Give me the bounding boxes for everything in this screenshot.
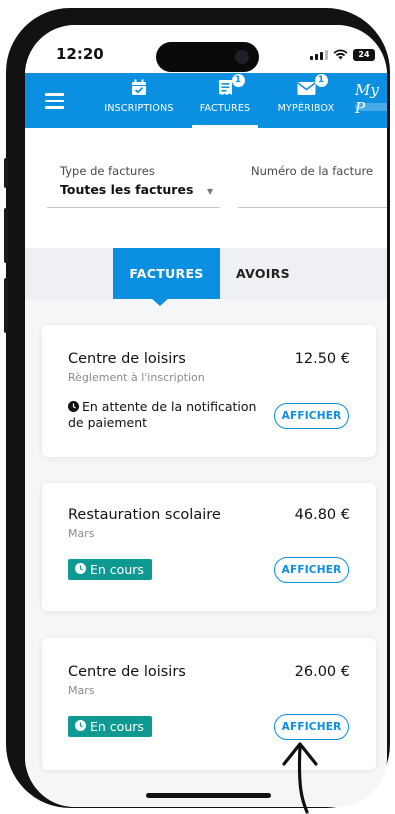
brand-subtitle-blur bbox=[355, 103, 387, 111]
pending-status-text: En attente de la notification de paiemen… bbox=[68, 399, 257, 430]
clock-icon bbox=[75, 716, 86, 737]
invoice-card: Restauration scolaire 46.80 € Mars En co… bbox=[42, 483, 376, 611]
nav-inscriptions[interactable]: INSCRIPTIONS bbox=[100, 79, 178, 114]
nav-label-inscriptions: INSCRIPTIONS bbox=[104, 103, 174, 114]
mail-icon: 1 bbox=[297, 74, 328, 97]
calendar-check-icon bbox=[131, 79, 147, 97]
status-badge-text: En cours bbox=[90, 562, 144, 577]
invoice-title: Restauration scolaire bbox=[68, 507, 221, 523]
menu-icon[interactable] bbox=[45, 93, 64, 109]
brand-logo[interactable]: My P bbox=[355, 81, 387, 117]
invoice-amount: 46.80 € bbox=[294, 507, 350, 523]
status-icons: 24 bbox=[310, 45, 375, 64]
status-badge: En cours bbox=[68, 559, 152, 580]
nav-factures[interactable]: 1 FACTURES bbox=[190, 74, 260, 114]
battery-icon: 24 bbox=[353, 48, 375, 61]
nav-badge-myperibox: 1 bbox=[314, 74, 328, 87]
type-filter-select[interactable]: Toutes les factures bbox=[60, 182, 193, 197]
nav-label-factures: FACTURES bbox=[199, 103, 251, 114]
volume-down-button bbox=[4, 278, 8, 333]
clock-icon bbox=[68, 400, 79, 415]
invoice-tabs: FACTURES AVOIRS bbox=[25, 248, 387, 299]
top-navigation: INSCRIPTIONS 1 FACTURES 1 MYPÉRIBOX My P bbox=[25, 73, 387, 128]
invoice-card: Centre de loisirs 12.50 € Règlement à l'… bbox=[42, 325, 376, 457]
view-invoice-button[interactable]: AFFICHER bbox=[274, 403, 349, 429]
invoice-filters: Type de factures Toutes les factures ▼ N… bbox=[25, 128, 387, 248]
chevron-down-icon[interactable]: ▼ bbox=[207, 187, 213, 196]
type-filter-underline bbox=[47, 207, 220, 208]
signal-icon bbox=[310, 49, 328, 60]
side-button bbox=[4, 158, 8, 188]
status-badge-text: En cours bbox=[90, 719, 144, 734]
number-filter-label: Numéro de la facture bbox=[251, 164, 374, 178]
status-time: 12:20 bbox=[56, 45, 104, 63]
invoice-title: Centre de loisirs bbox=[68, 351, 186, 367]
number-filter-underline bbox=[238, 207, 387, 208]
nav-badge-factures: 1 bbox=[231, 74, 245, 87]
invoice-list: Centre de loisirs 12.50 € Règlement à l'… bbox=[25, 299, 387, 807]
home-indicator[interactable] bbox=[146, 793, 271, 798]
arrow-up-icon bbox=[282, 742, 318, 814]
type-filter-label: Type de factures bbox=[60, 164, 155, 178]
invoice-subtitle: Règlement à l'inscription bbox=[68, 371, 205, 384]
view-invoice-button[interactable]: AFFICHER bbox=[274, 557, 349, 583]
invoice-icon: 1 bbox=[218, 74, 245, 97]
invoice-amount: 26.00 € bbox=[294, 664, 350, 680]
invoice-amount: 12.50 € bbox=[294, 351, 350, 367]
dynamic-island bbox=[156, 42, 259, 72]
invoice-subtitle: Mars bbox=[68, 684, 95, 697]
volume-up-button bbox=[4, 208, 8, 263]
tab-factures[interactable]: FACTURES bbox=[113, 248, 220, 299]
pending-status: En attente de la notification de paiemen… bbox=[68, 399, 268, 430]
screen: 12:20 24 INSCRIPTIONS 1 FACTURES 1 MYPÉR… bbox=[25, 25, 387, 807]
invoice-subtitle: Mars bbox=[68, 527, 95, 540]
camera-icon bbox=[235, 50, 249, 64]
clock-icon bbox=[75, 559, 86, 580]
nav-myperibox[interactable]: 1 MYPÉRIBOX bbox=[270, 74, 342, 114]
active-tab-pointer bbox=[151, 298, 169, 306]
tab-avoirs[interactable]: AVOIRS bbox=[236, 248, 290, 299]
phone-frame: 12:20 24 INSCRIPTIONS 1 FACTURES 1 MYPÉR… bbox=[4, 8, 390, 808]
wifi-icon bbox=[333, 45, 348, 64]
status-bar: 12:20 24 bbox=[25, 25, 387, 73]
status-badge: En cours bbox=[68, 716, 152, 737]
invoice-title: Centre de loisirs bbox=[68, 664, 186, 680]
number-filter-input[interactable] bbox=[251, 182, 387, 202]
nav-label-myperibox: MYPÉRIBOX bbox=[277, 103, 335, 114]
